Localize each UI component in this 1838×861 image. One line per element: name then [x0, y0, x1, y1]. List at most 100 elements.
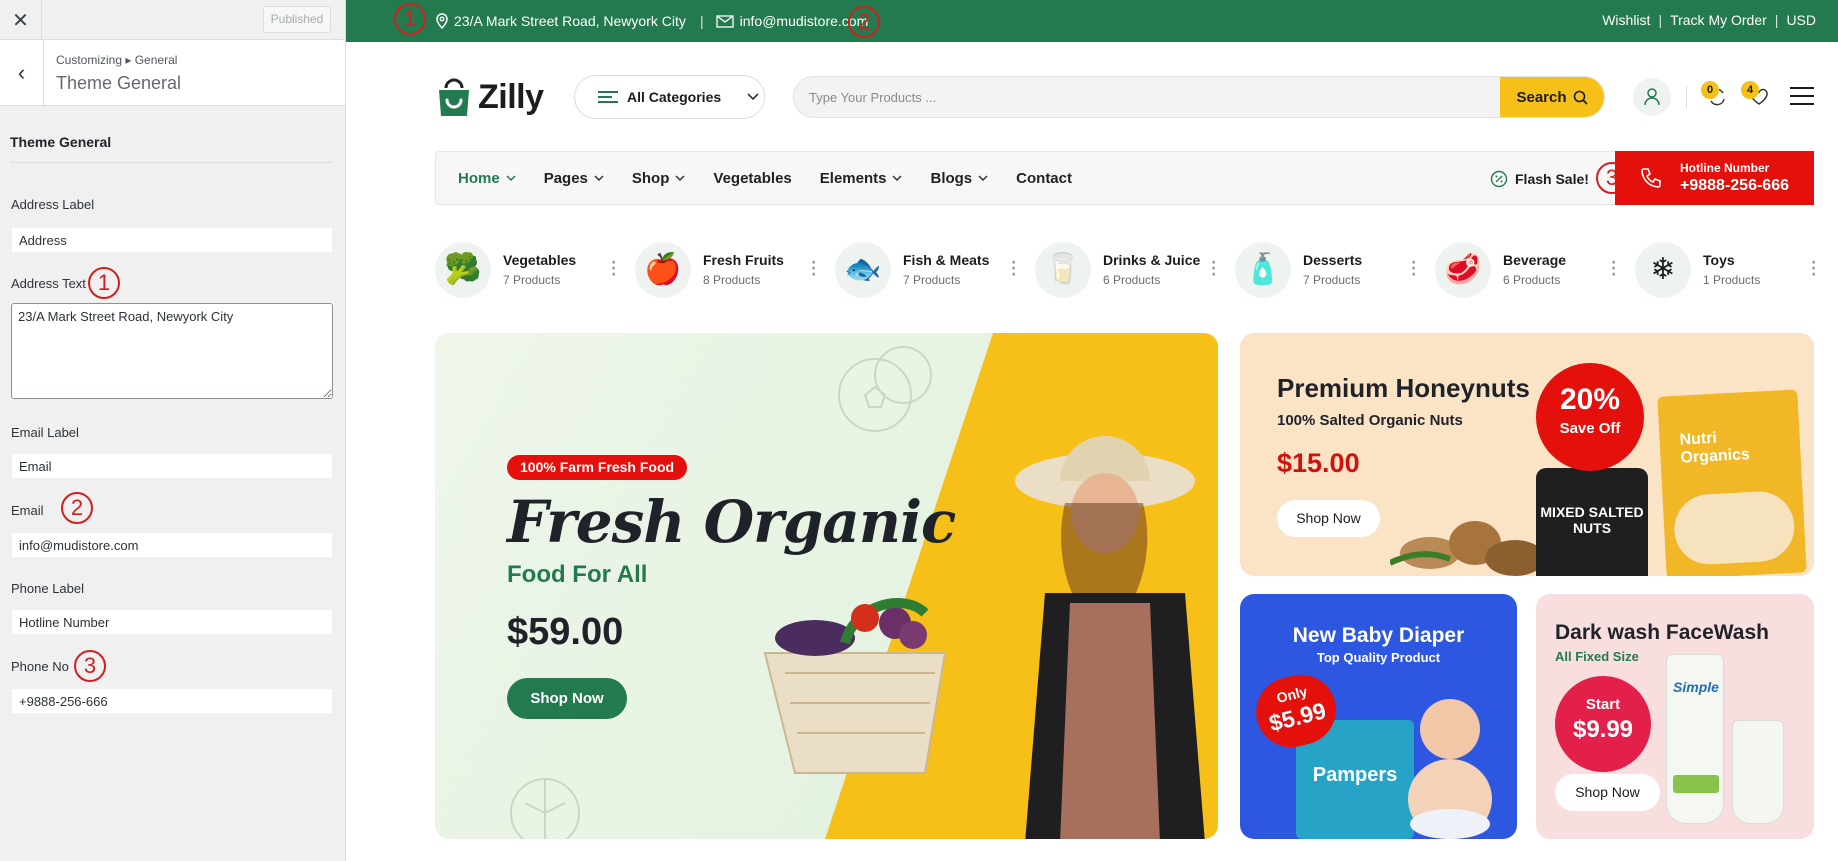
topbar-links: Wishlist | Track My Order | USD	[1602, 12, 1816, 28]
facewash-small-tube-image	[1732, 720, 1784, 824]
nav-item-home[interactable]: Home	[458, 170, 516, 187]
discount-text: Save Off	[1559, 420, 1621, 437]
track-order-link[interactable]: Track My Order	[1670, 12, 1767, 28]
nav-item-label: Vegetables	[713, 170, 792, 187]
more-vertical-icon[interactable]: · · ·	[1211, 256, 1217, 282]
chevron-down-icon	[978, 175, 988, 182]
facewash-shop-now-button[interactable]: Shop Now	[1555, 774, 1660, 811]
facewash-title: Dark wash FaceWash	[1555, 621, 1769, 644]
customizer-header: ‹ Customizing ▸ General Theme General	[0, 40, 345, 106]
leaf-outline-icon	[510, 778, 580, 839]
email-label: Email	[11, 503, 44, 518]
baby-image	[1408, 699, 1492, 839]
facewash-brand-label: Simple	[1673, 679, 1719, 695]
nav-items: Home Pages Shop Vegetables Elements Blog…	[458, 170, 1100, 187]
email-field[interactable]: info@mudistore.com	[11, 532, 333, 558]
phone-no-field[interactable]: +9888-256-666	[11, 688, 333, 714]
nutri-organics-pack-image: Nutri Organics	[1657, 389, 1807, 576]
site-logo[interactable]: Zilly	[436, 76, 544, 118]
category-count: 7 Products	[1303, 273, 1361, 287]
category-count: 8 Products	[703, 273, 761, 287]
more-vertical-icon[interactable]: · · ·	[1611, 256, 1617, 282]
email-label-label: Email Label	[11, 425, 79, 440]
topbar-address: 23/A Mark Street Road, Newyork City	[435, 13, 686, 29]
account-button[interactable]	[1633, 78, 1671, 116]
wishlist-link[interactable]: Wishlist	[1602, 12, 1650, 28]
address-label-label: Address Label	[11, 197, 95, 212]
address-text-field[interactable]: 23/A Mark Street Road, Newyork City	[11, 303, 333, 399]
nav-item-label: Blogs	[930, 170, 973, 187]
published-button[interactable]: Published	[263, 6, 331, 33]
header-divider	[1686, 86, 1687, 108]
nav-item-elements[interactable]: Elements	[820, 170, 903, 187]
dessert-icon: 🧴	[1235, 242, 1291, 298]
site-preview: 1 23/A Mark Street Road, Newyork City | …	[346, 0, 1838, 861]
phone-icon	[1641, 168, 1661, 188]
milk-icon: 🥛	[1035, 242, 1091, 298]
nav-item-label: Elements	[819, 170, 887, 187]
discount-badge: 20% Save Off	[1536, 363, 1644, 471]
address-label-field[interactable]: Address	[11, 227, 333, 253]
annotation-marker-2: 2	[848, 6, 880, 38]
more-vertical-icon[interactable]: · · ·	[1011, 256, 1017, 282]
facewash-subtitle: All Fixed Size	[1555, 649, 1639, 664]
search-input[interactable]: Type Your Products ...	[809, 90, 936, 105]
category-count: 6 Products	[1503, 273, 1561, 287]
customizer-topbar: ✕ Published	[0, 0, 345, 40]
address-text-label: Address Text	[11, 276, 86, 291]
honeynuts-shop-now-button[interactable]: Shop Now	[1277, 500, 1380, 537]
compare-button[interactable]: 0	[1699, 78, 1737, 116]
back-icon[interactable]: ‹	[0, 40, 44, 106]
email-label-field[interactable]: Email	[11, 453, 333, 479]
category-name: Toys	[1703, 252, 1735, 268]
hero-shop-now-button[interactable]: Shop Now	[507, 678, 627, 719]
breadcrumb: Customizing ▸ General	[56, 53, 178, 67]
close-icon[interactable]: ✕	[0, 0, 42, 40]
category-name: Desserts	[1303, 252, 1363, 268]
nav-item-vegetables[interactable]: Vegetables	[713, 170, 791, 187]
hotline-box[interactable]: Hotline Number +9888-256-666	[1615, 151, 1814, 205]
all-categories-dropdown[interactable]: All Categories	[574, 75, 765, 119]
nav-item-label: Shop	[631, 170, 670, 187]
nuts-pile-image	[1390, 521, 1545, 576]
hamburger-menu-button[interactable]	[1784, 78, 1822, 116]
honeynuts-price: $15.00	[1277, 448, 1360, 478]
phone-label-field[interactable]: Hotline Number	[11, 609, 333, 635]
category-count: 1 Products	[1703, 273, 1761, 287]
diaper-title: New Baby Diaper	[1292, 624, 1465, 647]
site-topbar: 1 23/A Mark Street Road, Newyork City | …	[346, 0, 1838, 42]
diaper-subtitle: Top Quality Product	[1316, 650, 1441, 665]
nav-item-shop[interactable]: Shop	[632, 170, 686, 187]
category-name: Fish & Meats	[903, 252, 990, 268]
start-price-badge: Start $9.99	[1555, 676, 1651, 772]
currency-selector[interactable]: USD	[1786, 12, 1816, 28]
nav-item-pages[interactable]: Pages	[544, 170, 604, 187]
cashew-window	[1672, 489, 1797, 567]
nuts-jar-image: MIXED SALTED NUTS	[1536, 468, 1648, 576]
wishlist-button[interactable]: 4	[1739, 78, 1777, 116]
category-name: Vegetables	[503, 252, 577, 268]
annotation-marker-1: 1	[88, 267, 120, 299]
snowflake-icon: ❄	[1635, 242, 1691, 298]
search-button[interactable]: Search	[1500, 77, 1604, 117]
topbar-divider: |	[1658, 12, 1663, 28]
nav-item-contact[interactable]: Contact	[1016, 170, 1072, 187]
nav-item-label: Contact	[1016, 170, 1072, 187]
phone-label-label: Phone Label	[11, 581, 85, 596]
main-navigation: Home Pages Shop Vegetables Elements Blog…	[435, 151, 1814, 205]
search-bar: Type Your Products ... Search	[793, 76, 1605, 118]
chevron-down-icon	[506, 175, 516, 182]
more-vertical-icon[interactable]: · · ·	[1811, 256, 1817, 282]
hamburger-icon	[1790, 87, 1814, 105]
category-count: 7 Products	[903, 273, 961, 287]
nav-item-blogs[interactable]: Blogs	[930, 170, 988, 187]
more-vertical-icon[interactable]: · · ·	[811, 256, 817, 282]
more-vertical-icon[interactable]: · · ·	[611, 256, 617, 282]
phone-no-label: Phone No	[11, 659, 69, 674]
fruit-bag-icon: 🍎	[635, 242, 691, 298]
flash-sale-link[interactable]: Flash Sale!	[1490, 170, 1589, 188]
category-count: 6 Products	[1103, 273, 1161, 287]
more-vertical-icon[interactable]: · · ·	[1411, 256, 1417, 282]
fruit-outline-icon	[838, 346, 932, 432]
category-name: Drinks & Juice	[1103, 252, 1201, 268]
